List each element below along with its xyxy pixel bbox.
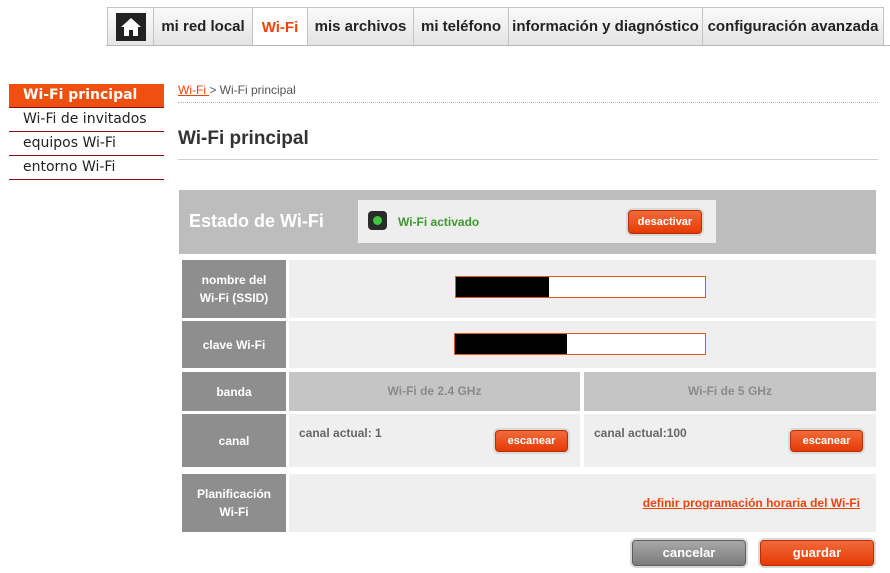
wifi-key-label: clave Wi-Fi bbox=[182, 321, 286, 368]
band-24-label: Wi-Fi de 2.4 GHz bbox=[387, 384, 482, 398]
ssid-label-line1: nombre del bbox=[201, 273, 267, 287]
ssid-label: nombre del Wi-Fi (SSID) bbox=[182, 260, 286, 318]
breadcrumb-link-wifi[interactable]: Wi-Fi bbox=[178, 83, 209, 97]
status-indicator-icon bbox=[368, 211, 387, 230]
tab-mis-archivos[interactable]: mis archivos bbox=[307, 7, 414, 45]
home-icon bbox=[115, 12, 146, 41]
sidebar-item-wifi-principal[interactable]: Wi-Fi principal bbox=[9, 84, 164, 108]
save-button[interactable]: guardar bbox=[760, 540, 874, 566]
page-title: Wi-Fi principal bbox=[178, 128, 309, 149]
schedule-cell: definir programación horaria del Wi-Fi bbox=[289, 474, 876, 532]
scan-24-button[interactable]: escanear bbox=[495, 430, 568, 452]
tab-mi-telefono[interactable]: mi teléfono bbox=[413, 7, 509, 45]
breadcrumb-separator: > bbox=[209, 83, 220, 97]
wifi-key-cell bbox=[289, 321, 876, 368]
channel-label: canal bbox=[182, 414, 286, 467]
breadcrumb-divider bbox=[178, 102, 878, 103]
ssid-redaction bbox=[456, 277, 549, 297]
ssid-cell bbox=[289, 260, 876, 318]
wifi-key-input[interactable] bbox=[454, 333, 706, 355]
wifi-status-title: Estado de Wi-Fi bbox=[189, 211, 324, 231]
ssid-label-line2: Wi-Fi (SSID) bbox=[199, 291, 269, 305]
deactivate-button[interactable]: desactivar bbox=[628, 210, 702, 234]
schedule-label-line2: Wi-Fi bbox=[219, 505, 249, 519]
tab-mi-red-local[interactable]: mi red local bbox=[153, 7, 253, 45]
wifi-status-text: Wi-Fi activado bbox=[398, 215, 480, 229]
band-5-label: Wi-Fi de 5 GHz bbox=[688, 384, 772, 398]
breadcrumb-current: Wi-Fi principal bbox=[219, 83, 296, 97]
wifi-key-redaction bbox=[455, 334, 567, 354]
channel-5-cell: canal actual:100 escanear bbox=[584, 414, 876, 467]
schedule-label: Planificación Wi-Fi bbox=[182, 474, 286, 532]
schedule-link[interactable]: definir programación horaria del Wi-Fi bbox=[643, 496, 860, 510]
channel-5-current: canal actual:100 bbox=[594, 426, 687, 440]
sidebar-item-entorno-wifi[interactable]: entorno Wi-Fi bbox=[9, 156, 164, 180]
nav-divider bbox=[106, 45, 890, 46]
band-5-cell[interactable]: Wi-Fi de 5 GHz bbox=[584, 372, 876, 411]
nav-tabs: mi red local Wi-Fi mis archivos mi teléf… bbox=[107, 7, 884, 46]
scan-5-button[interactable]: escanear bbox=[790, 430, 863, 452]
wifi-status-box: Wi-Fi activado desactivar bbox=[358, 200, 716, 243]
ssid-input[interactable] bbox=[455, 276, 706, 298]
breadcrumb: Wi-Fi > Wi-Fi principal bbox=[178, 83, 296, 97]
channel-24-current: canal actual: 1 bbox=[299, 426, 382, 440]
sidebar-item-wifi-invitados[interactable]: Wi-Fi de invitados bbox=[9, 108, 164, 132]
channel-24-cell: canal actual: 1 escanear bbox=[289, 414, 580, 467]
sidebar: Wi-Fi principal Wi-Fi de invitados equip… bbox=[9, 84, 164, 180]
tab-configuracion-avanzada[interactable]: configuración avanzada bbox=[702, 7, 884, 45]
band-label: banda bbox=[182, 372, 286, 411]
band-24-cell[interactable]: Wi-Fi de 2.4 GHz bbox=[289, 372, 580, 411]
schedule-label-line1: Planificación bbox=[196, 487, 272, 501]
cancel-button[interactable]: cancelar bbox=[632, 540, 746, 566]
tab-wifi[interactable]: Wi-Fi bbox=[252, 7, 308, 46]
wifi-status-panel: Estado de Wi-Fi Wi-Fi activado desactiva… bbox=[179, 190, 876, 254]
title-divider bbox=[178, 159, 878, 160]
tab-informacion-diagnostico[interactable]: información y diagnóstico bbox=[508, 7, 703, 45]
sidebar-item-equipos-wifi[interactable]: equipos Wi-Fi bbox=[9, 132, 164, 156]
top-navigation: mi red local Wi-Fi mis archivos mi teléf… bbox=[0, 0, 890, 46]
tab-home[interactable] bbox=[107, 7, 154, 45]
